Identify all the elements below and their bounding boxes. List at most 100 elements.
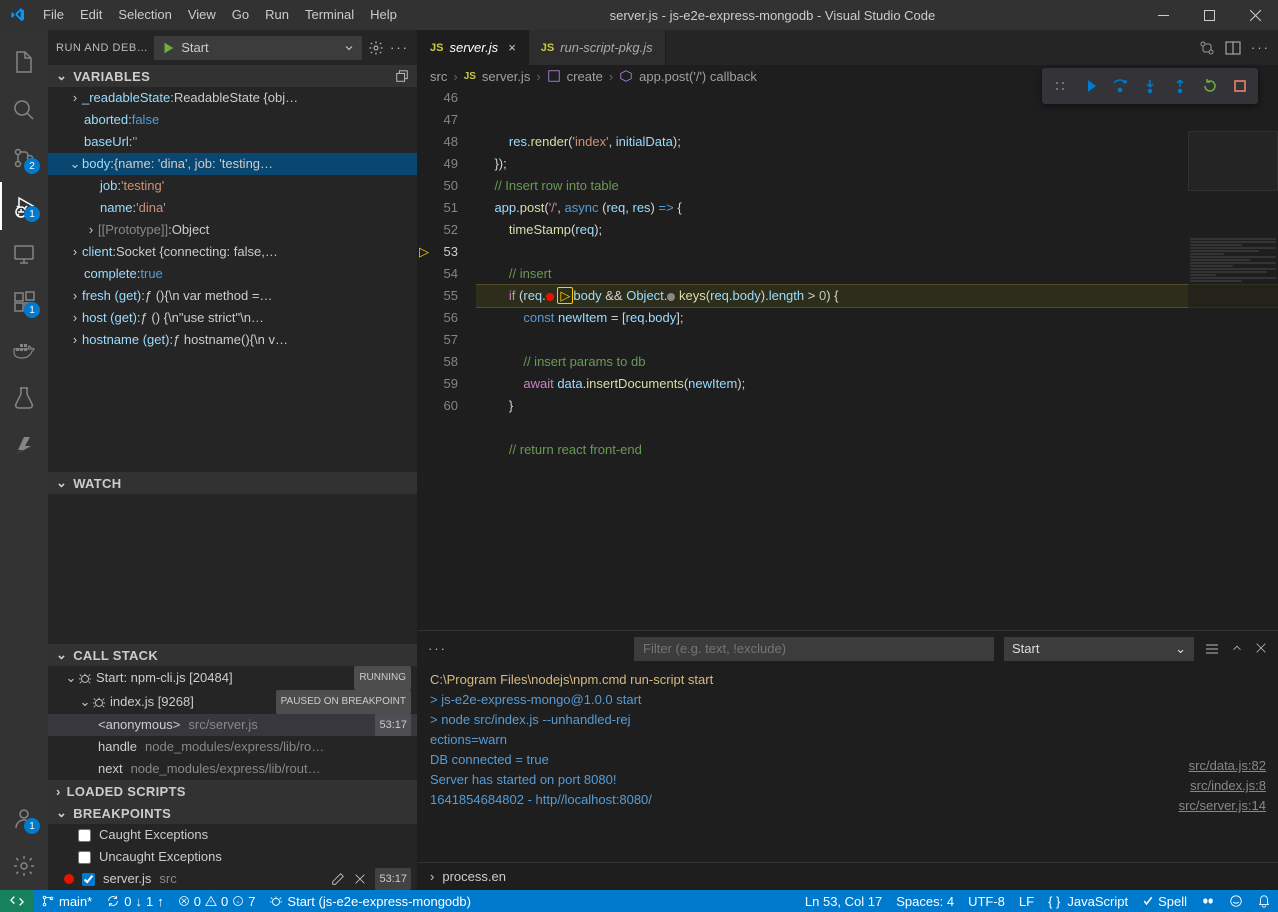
run-debug-icon[interactable]: 1 bbox=[0, 182, 48, 230]
debug-toolbar[interactable] bbox=[1042, 68, 1258, 104]
feedback-icon[interactable] bbox=[1222, 894, 1250, 908]
copilot-icon[interactable] bbox=[1194, 894, 1222, 908]
source-control-icon[interactable]: 2 bbox=[0, 134, 48, 182]
menu-edit[interactable]: Edit bbox=[72, 0, 110, 30]
gear-icon[interactable] bbox=[368, 40, 384, 56]
menu-file[interactable]: File bbox=[35, 0, 72, 30]
chevron-up-icon[interactable] bbox=[1230, 641, 1244, 655]
debug-status[interactable]: Start (js-e2e-express-mongodb) bbox=[262, 890, 478, 912]
remote-button[interactable] bbox=[0, 890, 34, 912]
language-mode[interactable]: { }JavaScript bbox=[1041, 894, 1135, 909]
step-into-button[interactable] bbox=[1136, 72, 1164, 100]
editor-area: JS server.js × JS run-script-pkg.js ··· … bbox=[418, 30, 1278, 890]
continue-button[interactable] bbox=[1076, 72, 1104, 100]
close-icon[interactable]: × bbox=[508, 40, 516, 55]
more-icon[interactable]: ··· bbox=[390, 40, 409, 55]
maximize-button[interactable] bbox=[1186, 0, 1232, 30]
git-branch[interactable]: main* bbox=[34, 890, 99, 912]
close-icon[interactable] bbox=[353, 872, 367, 886]
compare-changes-icon[interactable] bbox=[1199, 40, 1215, 56]
close-icon[interactable] bbox=[1254, 641, 1268, 655]
tab-server-js[interactable]: JS server.js × bbox=[418, 30, 529, 65]
encoding[interactable]: UTF-8 bbox=[961, 894, 1012, 909]
var-row[interactable]: job: 'testing' bbox=[48, 175, 417, 197]
menu-selection[interactable]: Selection bbox=[110, 0, 179, 30]
var-row[interactable]: ›[[Prototype]]: Object bbox=[48, 219, 417, 241]
menu-view[interactable]: View bbox=[180, 0, 224, 30]
testing-icon[interactable] bbox=[0, 374, 48, 422]
settings-gear-icon[interactable] bbox=[0, 842, 48, 890]
more-icon[interactable]: ··· bbox=[1251, 40, 1270, 55]
explorer-icon[interactable] bbox=[0, 38, 48, 86]
stop-button[interactable] bbox=[1226, 72, 1254, 100]
chevron-down-icon: ⌄ bbox=[56, 805, 67, 821]
restart-button[interactable] bbox=[1196, 72, 1224, 100]
var-row[interactable]: ›_readableState: ReadableState {obj… bbox=[48, 87, 417, 109]
callstack-section-header[interactable]: ⌄ CALL STACK bbox=[48, 644, 417, 666]
collapse-all-icon[interactable] bbox=[395, 69, 409, 83]
eol[interactable]: LF bbox=[1012, 894, 1041, 909]
callstack-thread[interactable]: ⌄ index.js [9268] PAUSED ON BREAKPOINT bbox=[48, 690, 417, 714]
checkbox[interactable] bbox=[78, 829, 91, 842]
menu-go[interactable]: Go bbox=[224, 0, 257, 30]
menu-help[interactable]: Help bbox=[362, 0, 405, 30]
notifications-icon[interactable] bbox=[1250, 894, 1278, 908]
var-row[interactable]: ›host (get): ƒ () {\n"use strict"\n… bbox=[48, 307, 417, 329]
accounts-icon[interactable]: 1 bbox=[0, 794, 48, 842]
clear-console-icon[interactable] bbox=[1204, 641, 1220, 657]
indentation[interactable]: Spaces: 4 bbox=[889, 894, 961, 909]
spell-check[interactable]: Spell bbox=[1135, 894, 1194, 909]
bp-uncaught-exceptions[interactable]: Uncaught Exceptions bbox=[48, 846, 417, 868]
extensions-icon[interactable]: 1 bbox=[0, 278, 48, 326]
pencil-icon[interactable] bbox=[331, 872, 345, 886]
stack-frame[interactable]: <anonymous> src/server.js 53:17 bbox=[48, 714, 417, 736]
thread-status: PAUSED ON BREAKPOINT bbox=[276, 690, 411, 714]
start-debugging-icon[interactable] bbox=[161, 41, 175, 55]
minimap[interactable] bbox=[1188, 87, 1278, 630]
checkbox[interactable] bbox=[82, 873, 95, 886]
var-row[interactable]: ›hostname (get): ƒ hostname(){\n v… bbox=[48, 329, 417, 351]
menu-terminal[interactable]: Terminal bbox=[297, 0, 362, 30]
drag-handle-icon[interactable] bbox=[1046, 72, 1074, 100]
debug-console-filter[interactable] bbox=[634, 637, 994, 661]
search-icon[interactable] bbox=[0, 86, 48, 134]
bp-caught-exceptions[interactable]: Caught Exceptions bbox=[48, 824, 417, 846]
var-row[interactable]: aborted: false bbox=[48, 109, 417, 131]
var-row[interactable]: baseUrl: '' bbox=[48, 131, 417, 153]
watch-section-header[interactable]: ⌄ WATCH bbox=[48, 472, 417, 494]
step-over-button[interactable] bbox=[1106, 72, 1134, 100]
code-content[interactable]: res.render('index', initialData); }); //… bbox=[476, 87, 1278, 630]
breakpoint-item[interactable]: server.js src 53:17 bbox=[48, 868, 417, 890]
tab-run-script-pkg-js[interactable]: JS run-script-pkg.js bbox=[529, 30, 666, 65]
stack-frame[interactable]: handle node_modules/express/lib/ro… bbox=[48, 736, 417, 758]
debug-repl-input[interactable]: › process.en bbox=[418, 862, 1278, 890]
problems-status[interactable]: 0 0 7 bbox=[171, 890, 263, 912]
split-editor-icon[interactable] bbox=[1225, 40, 1241, 56]
close-button[interactable] bbox=[1232, 0, 1278, 30]
remote-explorer-icon[interactable] bbox=[0, 230, 48, 278]
var-row[interactable]: complete: true bbox=[48, 263, 417, 285]
variables-section-header[interactable]: ⌄ VARIABLES bbox=[48, 65, 417, 87]
debug-config-select[interactable]: Start bbox=[154, 36, 362, 60]
breakpoints-section-header[interactable]: ⌄ BREAKPOINTS bbox=[48, 802, 417, 824]
step-out-button[interactable] bbox=[1166, 72, 1194, 100]
var-row[interactable]: ›client: Socket {connecting: false,… bbox=[48, 241, 417, 263]
code-editor[interactable]: ▷ 464748495051525354555657585960 res.ren… bbox=[418, 87, 1278, 630]
debug-console[interactable]: C:\Program Files\nodejs\npm.cmd run-scri… bbox=[418, 666, 1278, 862]
stack-frame[interactable]: next node_modules/express/lib/rout… bbox=[48, 758, 417, 780]
checkbox[interactable] bbox=[78, 851, 91, 864]
sync-changes[interactable]: 0↓ 1↑ bbox=[99, 890, 170, 912]
more-icon[interactable]: ··· bbox=[428, 641, 447, 656]
callstack-session[interactable]: ⌄ Start: npm-cli.js [20484] RUNNING bbox=[48, 666, 417, 690]
minimize-button[interactable] bbox=[1140, 0, 1186, 30]
azure-icon[interactable] bbox=[0, 422, 48, 470]
line-numbers: 464748495051525354555657585960 bbox=[418, 87, 476, 630]
cursor-position[interactable]: Ln 53, Col 17 bbox=[798, 894, 889, 909]
loaded-scripts-section[interactable]: › LOADED SCRIPTS bbox=[48, 780, 417, 802]
var-row[interactable]: name: 'dina' bbox=[48, 197, 417, 219]
var-row[interactable]: ›fresh (get): ƒ (){\n var method =… bbox=[48, 285, 417, 307]
var-row-body[interactable]: ⌄body: {name: 'dina', job: 'testing… bbox=[48, 153, 417, 175]
docker-icon[interactable] bbox=[0, 326, 48, 374]
launch-config-select[interactable]: Start ⌄ bbox=[1004, 637, 1194, 661]
menu-run[interactable]: Run bbox=[257, 0, 297, 30]
